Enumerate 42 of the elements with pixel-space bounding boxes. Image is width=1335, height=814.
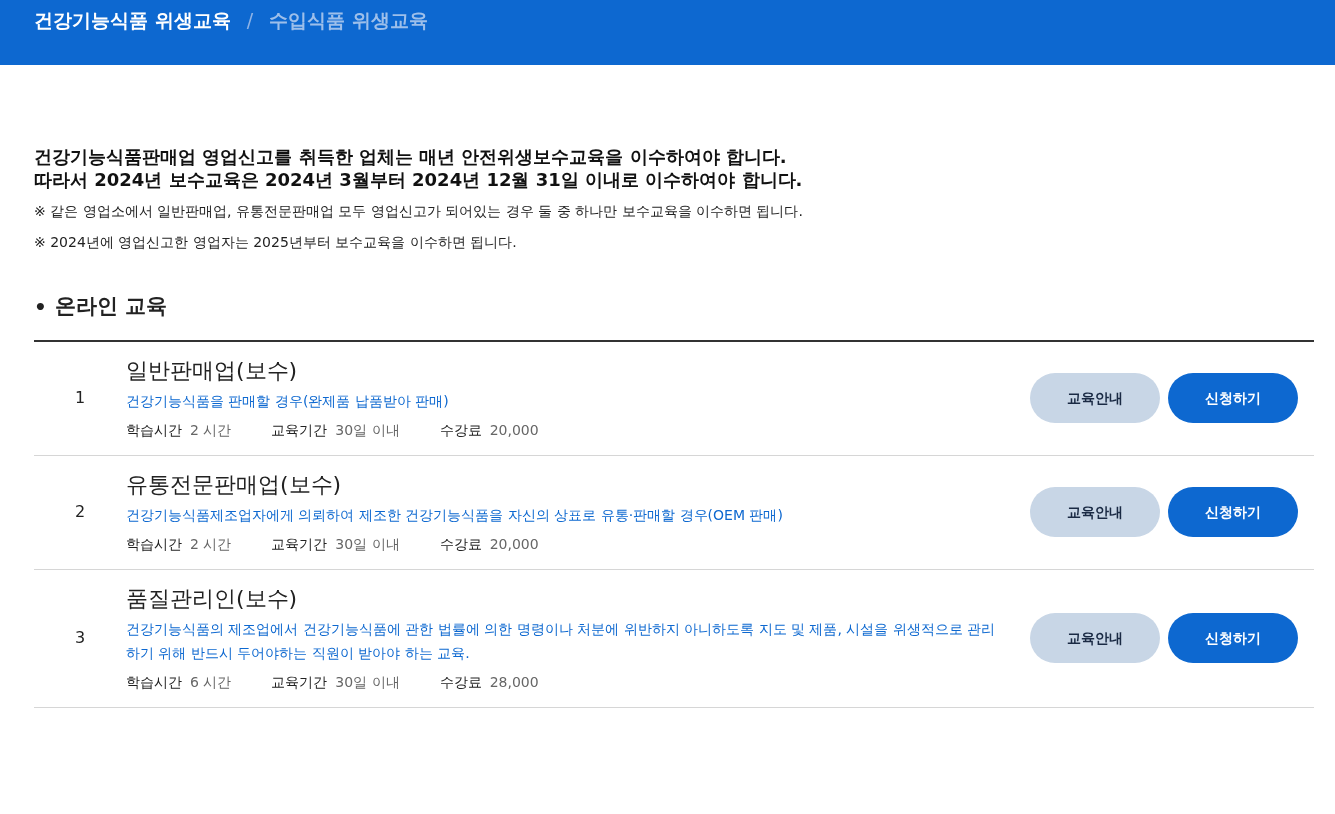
fact-value: 2 시간 xyxy=(190,534,232,554)
fact-label: 교육기간 xyxy=(271,672,328,692)
fact-label: 수강료 xyxy=(439,420,482,440)
notice-headline: 따라서 2024년 보수교육은 2024년 3월부터 2024년 12월 31일 이내로 이수하여야 합니다. xyxy=(34,168,804,191)
course-description: 건강기능식품제조업자에게 의뢰하여 제조한 건강기능식품을 자신의 상표로 유통·판매할 경우(OEM 판매) xyxy=(126,505,784,525)
breadcrumb-separator: / xyxy=(246,8,254,33)
info-button[interactable]: 교육안내 xyxy=(1030,373,1160,423)
fact-value: 2 시간 xyxy=(190,420,232,440)
fact-value: 30일 이내 xyxy=(335,672,400,692)
info-button[interactable]: 교육안내 xyxy=(1030,613,1160,663)
info-button[interactable]: 교육안내 xyxy=(1030,487,1160,537)
fact-value: 20,000 xyxy=(489,534,539,554)
fact-label: 학습시간 xyxy=(126,420,182,440)
fact-label: 학습시간 xyxy=(126,672,182,692)
fact-value: 30일 이내 xyxy=(335,420,400,440)
fact-value: 20,000 xyxy=(489,420,539,440)
apply-button[interactable]: 신청하기 xyxy=(1168,613,1298,663)
course-description: 건강기능식품을 판매할 경우(완제품 납품받아 판매) xyxy=(126,391,450,411)
course-title: 일반판매업(보수) xyxy=(126,356,299,385)
row-number: 3 xyxy=(73,627,87,649)
fact-label: 학습시간 xyxy=(126,534,182,554)
apply-button[interactable]: 신청하기 xyxy=(1168,487,1298,537)
fact-value: 28,000 xyxy=(489,672,539,692)
notice-headline: 건강기능식품판매업 영업신고를 취득한 업체는 매년 안전위생보수교육을 이수하여야 합니다. xyxy=(34,145,788,168)
fact-label: 수강료 xyxy=(439,534,482,554)
row-number: 1 xyxy=(73,387,87,409)
course-title: 품질관리인(보수) xyxy=(126,584,299,613)
fact-label: 교육기간 xyxy=(271,534,328,554)
fact-label: 수강료 xyxy=(439,672,482,692)
section-title: 온라인 교육 xyxy=(54,293,168,320)
notice-note: ※ 같은 영업소에서 일반판매업, 유통전문판매업 모두 영업신고가 되어있는 경우 둘 중 하나만 보수교육을 이수하면 됩니다. xyxy=(34,202,804,221)
fact-value: 30일 이내 xyxy=(335,534,400,554)
breadcrumb-link[interactable]: 건강기능식품 위생교육 xyxy=(34,6,231,35)
fact-value: 6 시간 xyxy=(190,672,232,692)
fact-label: 교육기간 xyxy=(271,420,328,440)
bullet: • xyxy=(34,293,47,321)
course-title: 유통전문판매업(보수) xyxy=(126,470,343,499)
breadcrumb-link[interactable]: 수입식품 위생교육 xyxy=(269,6,428,35)
row-number: 2 xyxy=(73,501,87,523)
apply-button[interactable]: 신청하기 xyxy=(1168,373,1298,423)
course-description: 건강기능식품의 제조업에서 건강기능식품에 관한 법률에 의한 명령이나 처분에 위반하지 아니하도록 지도 및 제품, 시설을 위생적으로 관리하기 위해 반드시 두어야하는 직원이 받아야 하는 교육. xyxy=(126,619,997,663)
notice-note: ※ 2024년에 영업신고한 영업자는 2025년부터 보수교육을 이수하면 됩니다. xyxy=(34,233,518,252)
